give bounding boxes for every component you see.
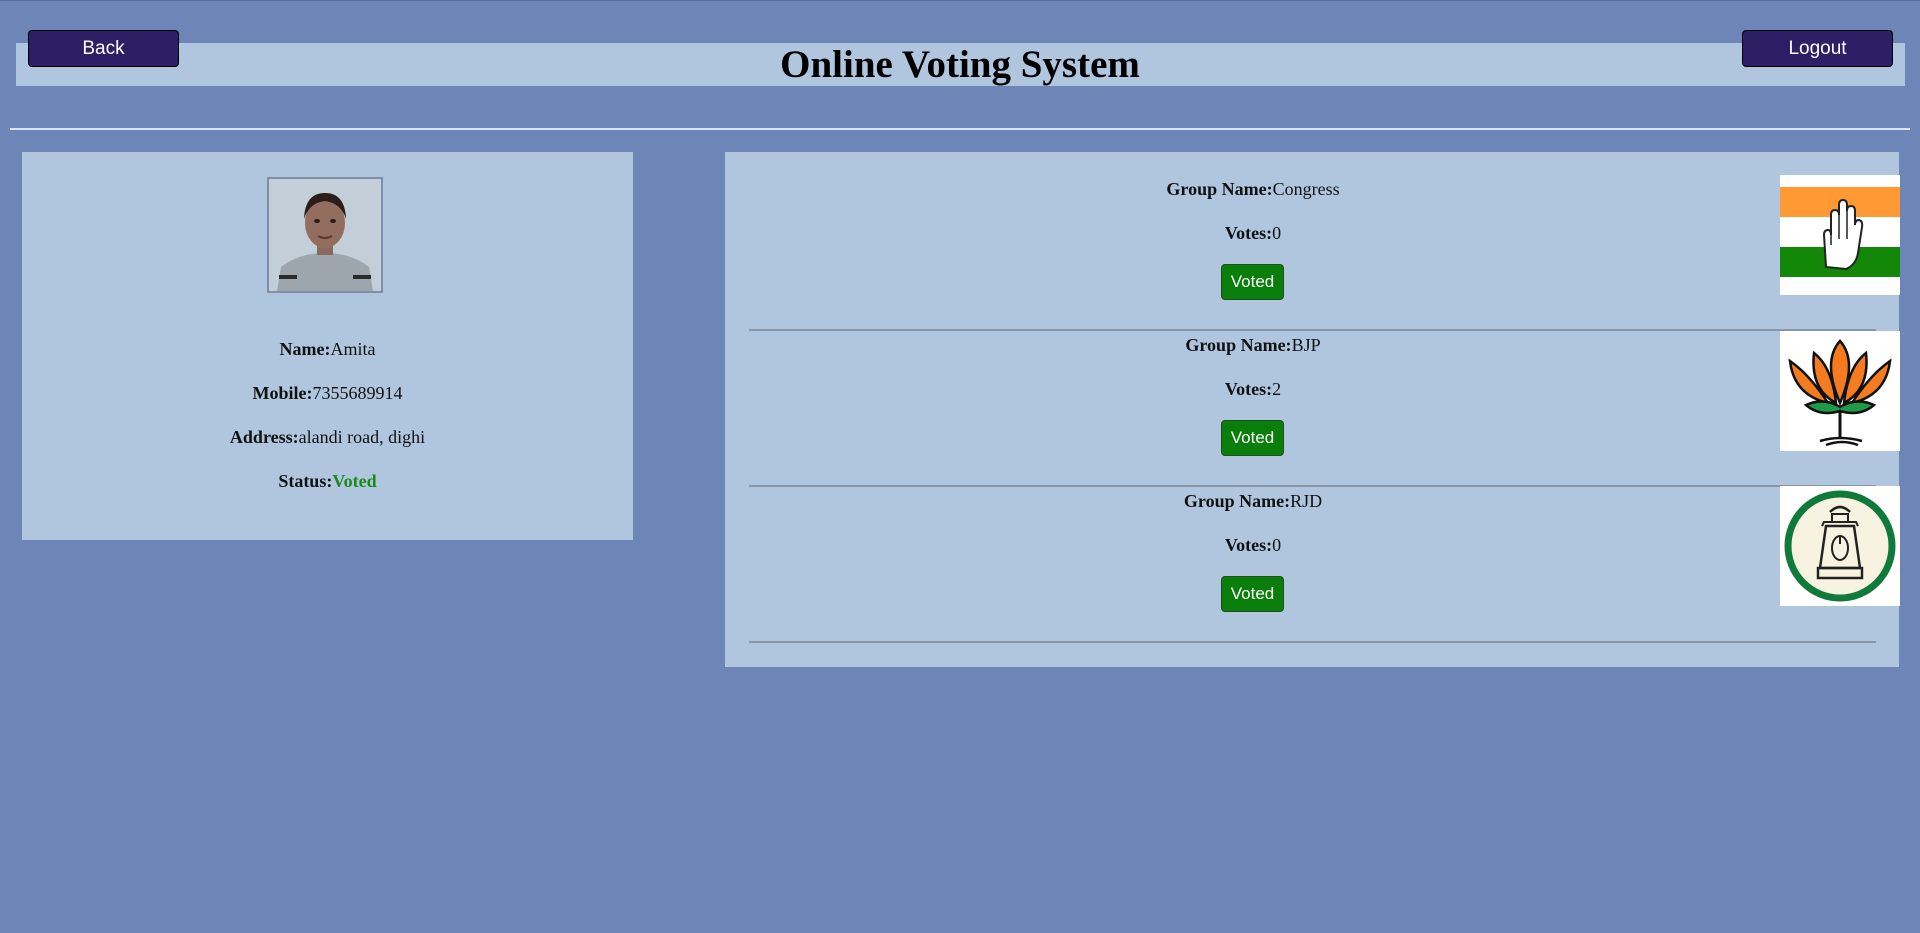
- group-item-bjp: Group Name:BJP Votes:2 Voted: [749, 331, 1900, 487]
- group-name-value: Congress: [1272, 179, 1340, 199]
- voter-photo-avatar: [267, 177, 383, 293]
- group-name-label: Group Name:: [1166, 179, 1273, 199]
- group-votes-value: 2: [1272, 379, 1282, 399]
- group-votes-value: 0: [1272, 535, 1282, 555]
- voter-mobile-value: 7355689914: [312, 383, 403, 403]
- group-votes-value: 0: [1272, 223, 1282, 243]
- voter-name-label: Name:: [279, 339, 331, 359]
- group-item-congress: Group Name:Congress Votes:0 Voted: [749, 175, 1900, 331]
- group-votes-label: Votes:: [1224, 535, 1273, 555]
- voted-button-rjd[interactable]: Voted: [1221, 576, 1284, 612]
- group-votes-row: Votes:0: [749, 534, 1757, 556]
- status-badge: Voted: [332, 471, 377, 491]
- voter-mobile-row: Mobile:7355689914: [22, 382, 633, 404]
- group-item-rjd: Group Name:RJD Votes:0 Voted: [749, 486, 1900, 643]
- back-button[interactable]: Back: [28, 30, 179, 67]
- voter-name-value: Amita: [330, 339, 376, 359]
- group-name-row: Group Name:Congress: [749, 178, 1757, 200]
- groups-panel: Group Name:Congress Votes:0 Voted Group …: [725, 152, 1900, 667]
- page: Online Voting System Back Logout Name:Am…: [0, 0, 1920, 933]
- group-name-value: BJP: [1291, 335, 1321, 355]
- group-name-row: Group Name:BJP: [749, 334, 1757, 356]
- logout-button[interactable]: Logout: [1742, 30, 1893, 67]
- voter-address-label: Address:: [229, 427, 299, 447]
- congress-hand-symbol-icon: [1780, 175, 1900, 295]
- voter-name-row: Name:Amita: [22, 338, 633, 360]
- bjp-lotus-symbol-icon: [1780, 331, 1900, 451]
- group-votes-label: Votes:: [1224, 379, 1273, 399]
- group-name-row: Group Name:RJD: [749, 490, 1757, 512]
- person-photo-icon: [269, 179, 381, 291]
- group-name-label: Group Name:: [1183, 491, 1291, 511]
- header-divider: [10, 128, 1910, 130]
- voter-profile-panel: Name:Amita Mobile:7355689914 Address:ala…: [22, 152, 633, 540]
- voter-address-value: alandi road, dighi: [298, 427, 426, 447]
- group-name-value: RJD: [1290, 491, 1323, 511]
- group-votes-row: Votes:2: [749, 378, 1757, 400]
- voter-address-row: Address:alandi road, dighi: [22, 426, 633, 448]
- voted-button-congress[interactable]: Voted: [1221, 264, 1284, 300]
- group-name-label: Group Name:: [1185, 335, 1292, 355]
- voted-button-bjp[interactable]: Voted: [1221, 420, 1284, 456]
- group-votes-label: Votes:: [1224, 223, 1273, 243]
- page-title: Online Voting System: [780, 43, 1140, 86]
- voter-status-label: Status:: [278, 471, 333, 491]
- group-votes-row: Votes:0: [749, 222, 1757, 244]
- voter-status-row: Status:Voted: [22, 470, 633, 492]
- rjd-lantern-symbol-icon: [1780, 486, 1900, 606]
- voter-mobile-label: Mobile:: [252, 383, 313, 403]
